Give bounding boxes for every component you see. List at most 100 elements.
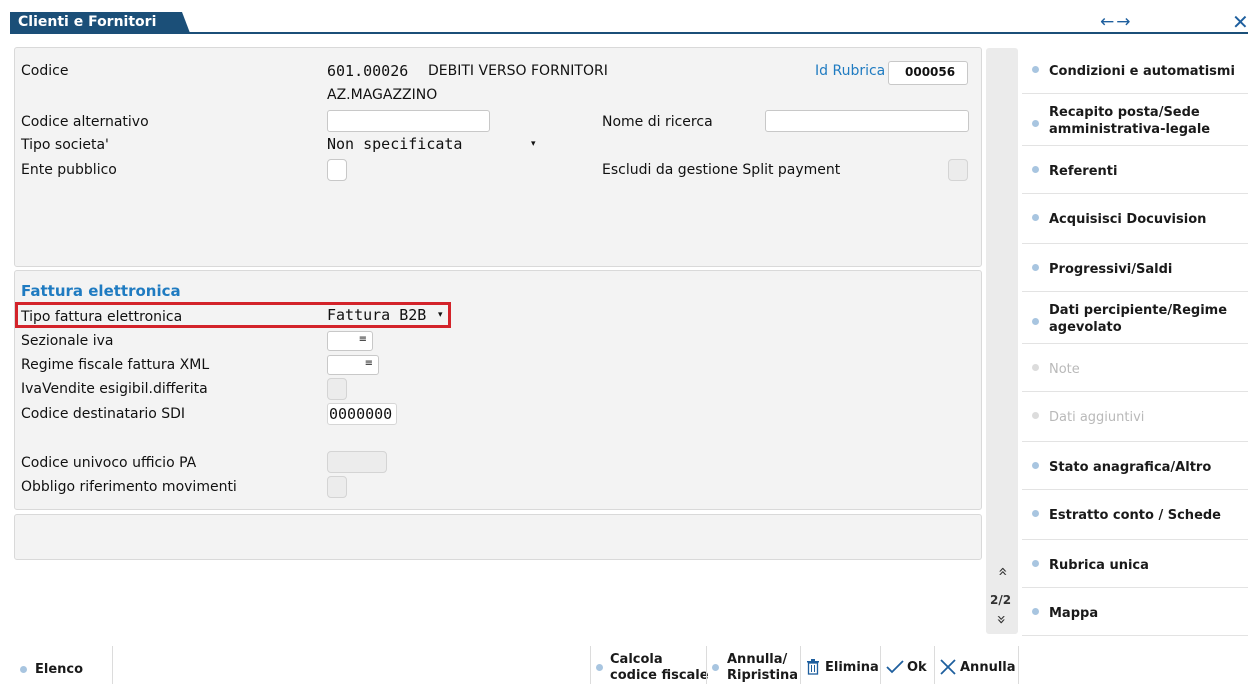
toolbar-divider — [800, 646, 801, 684]
calcola-codice-fiscale-button[interactable]: Calcola codice fiscale — [596, 652, 709, 684]
bullet-icon — [1032, 120, 1039, 127]
descrizione-line1: DEBITI VERSO FORNITORI — [428, 63, 608, 79]
window-title: Clienti e Fornitori — [10, 12, 190, 33]
codice-value: 601.00026 — [327, 62, 409, 80]
tipo-fattura-highlight — [15, 302, 451, 328]
codice-sdi-value: 0000000 — [329, 405, 393, 423]
side-menu-label-line1: Dati aggiuntivi — [1049, 410, 1145, 425]
side-menu-label-line1: Mappa — [1049, 606, 1099, 621]
side-menu-item-dati-aggiuntivi[interactable]: Dati aggiuntivi — [1022, 392, 1248, 442]
extra-panel — [14, 514, 982, 560]
codice-ufficio-input[interactable] — [327, 451, 387, 473]
bullet-icon — [1032, 462, 1039, 469]
elimina-button[interactable]: Elimina — [806, 659, 880, 680]
side-menu-item-stato-anagrafica-altro[interactable]: Stato anagrafica/Altro — [1022, 442, 1248, 490]
toolbar-divider — [934, 646, 935, 684]
id-rubrica-field[interactable]: 000056 — [888, 61, 968, 85]
side-menu-item-recapito-posta-sede[interactable]: Recapito posta/Sede amministrativa-legale — [1022, 94, 1248, 146]
annulla-ripristina-button[interactable]: Annulla/ Ripristina — [712, 652, 802, 684]
side-menu-item-progressivi-saldi[interactable]: Progressivi/Saldi — [1022, 244, 1248, 292]
bullet-icon — [1032, 214, 1039, 221]
bullet-icon — [1032, 318, 1039, 325]
bullet-icon — [1032, 364, 1039, 371]
side-menu-label: Stato anagrafica/Altro — [1049, 459, 1211, 476]
list-icon: ≡ — [364, 358, 373, 369]
page-up-icon[interactable]: » — [992, 567, 1011, 577]
close-icon[interactable]: ✕ — [1232, 10, 1248, 34]
side-menu-label: Condizioni e automatismi — [1049, 63, 1235, 80]
nome-ricerca-label: Nome di ricerca — [602, 114, 713, 130]
scrollbar[interactable] — [986, 48, 1018, 634]
side-menu-label: Rubrica unica — [1049, 557, 1149, 574]
side-menu-label-line1: Recapito posta/Sede — [1049, 105, 1200, 120]
bullet-icon — [20, 666, 27, 673]
side-menu-label-line1: Dati percipiente/Regime — [1049, 303, 1228, 318]
iva-esigibilita-checkbox[interactable] — [327, 378, 347, 400]
page-down-icon[interactable]: » — [992, 615, 1011, 625]
descrizione-line2: AZ.MAGAZZINO — [327, 87, 438, 103]
chevron-down-icon: ▾ — [531, 139, 536, 149]
id-rubrica-value: 000056 — [905, 65, 956, 79]
id-rubrica-link[interactable]: Id Rubrica — [815, 63, 885, 79]
side-menu-label: Referenti — [1049, 163, 1117, 180]
side-menu-label-line1: Acquisisci Docuvision — [1049, 212, 1207, 227]
side-menu-item-estratto-conto-schede[interactable]: Estratto conto / Schede — [1022, 490, 1248, 540]
fattura-section-title: Fattura elettronica — [21, 282, 181, 300]
side-menu-label-line1: Rubrica unica — [1049, 558, 1149, 573]
side-menu-item-condizioni-e-automatismi[interactable]: Condizioni e automatismi — [1022, 46, 1248, 94]
codice-ufficio-label: Codice univoco ufficio PA — [21, 455, 197, 471]
side-menu-item-referenti[interactable]: Referenti — [1022, 146, 1248, 194]
app-window: Clienti e Fornitori ←→ ✕ Codice 601.0002… — [0, 0, 1248, 684]
obbligo-checkbox[interactable] — [327, 476, 347, 498]
side-menu-item-rubrica-unica[interactable]: Rubrica unica — [1022, 540, 1248, 588]
bullet-icon — [712, 664, 719, 671]
toolbar-divider — [590, 646, 591, 684]
side-menu-label: Mappa — [1049, 605, 1098, 622]
side-menu-label: Acquisisci Docuvision — [1049, 211, 1206, 228]
toolbar-divider — [706, 646, 707, 684]
trash-icon — [807, 659, 819, 675]
split-payment-checkbox[interactable] — [948, 159, 968, 181]
sezionale-iva-select[interactable]: ≡ — [327, 331, 373, 351]
nome-ricerca-input[interactable] — [765, 110, 969, 132]
regime-fiscale-select[interactable]: ≡ — [327, 355, 379, 375]
tipo-societa-select[interactable]: Non specificata ▾ — [327, 135, 542, 157]
bullet-icon — [1032, 560, 1039, 567]
side-menu-label-line2: agevolato — [1049, 320, 1122, 335]
side-menu-label: Dati percipiente/Regime agevolato — [1049, 302, 1227, 336]
side-menu-label-line2: amministrativa-legale — [1049, 122, 1211, 137]
tipo-societa-label: Tipo societa' — [21, 137, 109, 153]
annulla-button[interactable]: Annulla — [940, 659, 1016, 680]
ente-pubblico-checkbox[interactable] — [327, 159, 347, 181]
sezionale-iva-label: Sezionale iva — [21, 333, 114, 349]
title-underline — [10, 32, 1248, 34]
codice-sdi-label: Codice destinatario SDI — [21, 406, 186, 422]
side-menu-label-line1: Referenti — [1049, 164, 1118, 179]
nav-arrows-icon[interactable]: ←→ — [1100, 12, 1133, 32]
codice-sdi-input[interactable]: 0000000 — [327, 403, 397, 425]
iva-esigibilita-label: IvaVendite esigibil.differita — [21, 381, 208, 397]
side-menu-item-dati-percipiente-regime[interactable]: Dati percipiente/Regime agevolato — [1022, 292, 1248, 344]
side-menu-label-line1: Estratto conto / Schede — [1049, 508, 1222, 523]
page-indicator: 2/2 — [990, 593, 1012, 607]
bullet-icon — [1032, 608, 1039, 615]
side-menu-item-acquisisci-docuvision[interactable]: Acquisisci Docuvision — [1022, 194, 1248, 244]
toolbar-divider — [880, 646, 881, 684]
side-menu-label-line1: Stato anagrafica/Altro — [1049, 460, 1212, 475]
side-menu-item-note[interactable]: Note — [1022, 344, 1248, 392]
side-menu-item-mappa[interactable]: Mappa — [1022, 588, 1248, 636]
toolbar-divider — [1018, 646, 1019, 684]
bullet-icon — [1032, 412, 1039, 419]
bullet-icon — [1032, 264, 1039, 271]
cross-icon — [940, 659, 956, 675]
split-payment-label: Escludi da gestione Split payment — [602, 162, 841, 178]
codice-label: Codice — [21, 63, 69, 79]
header-panel — [14, 47, 982, 267]
bullet-icon — [596, 664, 603, 671]
obbligo-label: Obbligo riferimento movimenti — [21, 479, 237, 495]
side-menu-label-line1: Condizioni e automatismi — [1049, 64, 1235, 79]
codice-alternativo-input[interactable] — [327, 110, 490, 132]
ente-pubblico-label: Ente pubblico — [21, 162, 117, 178]
ok-button[interactable]: Ok — [886, 660, 932, 680]
toolbar-divider — [112, 646, 113, 684]
